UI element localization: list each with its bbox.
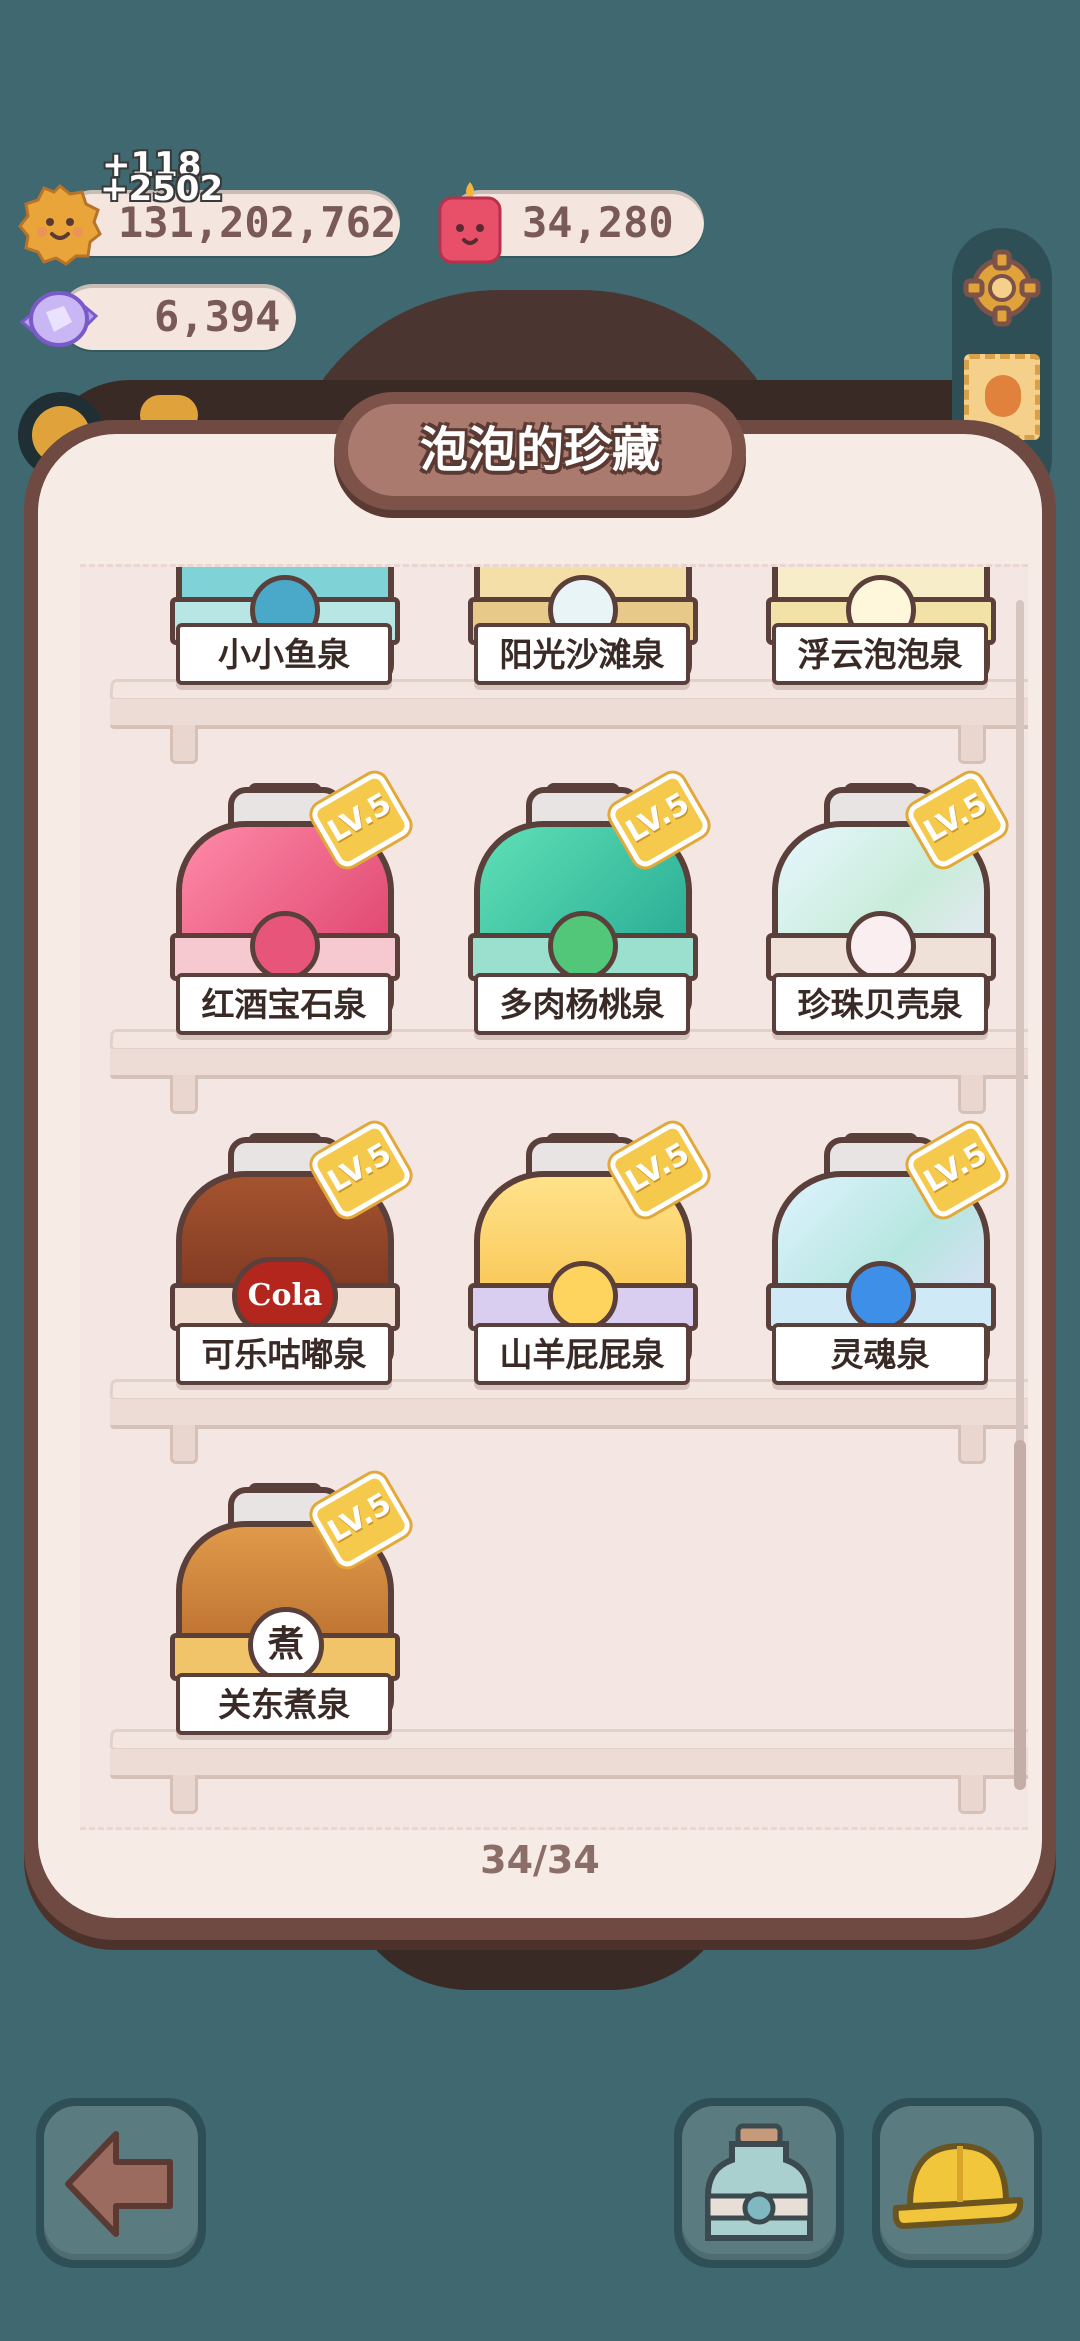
scrollbar-thumb[interactable] [1014,1440,1026,1790]
jar-label: 浮云泡泡泉 [772,623,988,685]
shelf-scroll-area[interactable]: 小小鱼泉 阳光沙滩泉 浮云泡泡泉 LV.5 红酒宝石泉 LV.5 多肉杨桃泉 L… [80,564,1028,1830]
back-button[interactable] [36,2098,206,2268]
pearl-shell-icon [846,911,916,981]
goat-cloud-icon [548,1261,618,1331]
gear-icon[interactable] [962,248,1042,328]
jar-label: 关东煮泉 [176,1673,392,1735]
helmet-button[interactable] [872,2098,1042,2268]
collection-panel: 小小鱼泉 阳光沙滩泉 浮云泡泡泉 LV.5 红酒宝石泉 LV.5 多肉杨桃泉 L… [24,420,1056,1940]
jar-label: 多肉杨桃泉 [474,973,690,1035]
shelf-1 [109,679,1028,764]
jar-label: 可乐咕嘟泉 [176,1323,392,1385]
candle-face-icon [438,182,502,264]
candle-count: 34,280 [522,198,674,247]
jar-label: 阳光沙滩泉 [474,623,690,685]
cookie-face-icon [18,183,102,266]
jar-label: 灵魂泉 [772,1323,988,1385]
title-plaque: 泡泡的珍藏 [334,392,746,510]
oden-text: 煮 [267,1624,304,1665]
page-count: 34/34 [480,1838,600,1882]
cola-text: Cola [247,1278,323,1313]
panel-title: 泡泡的珍藏 [348,404,732,496]
helmet-icon [892,2143,1024,2229]
cookie-gain-2: +2502 [100,169,224,209]
jar-label: 珍珠贝壳泉 [772,973,988,1035]
jar-label: 红酒宝石泉 [176,973,392,1035]
jar-label: 山羊屁屁泉 [474,1323,690,1385]
panel-inner: 小小鱼泉 阳光沙滩泉 浮云泡泡泉 LV.5 红酒宝石泉 LV.5 多肉杨桃泉 L… [38,434,1042,1918]
back-arrow-icon [65,2131,173,2237]
gem-icon [250,911,320,981]
crystal-count: 6,394 [154,292,281,341]
shelf-3 [109,1379,1028,1464]
jar-icon [705,2123,813,2241]
shelf-2 [109,1029,1028,1114]
star-icon [548,911,618,981]
soul-blob-icon [846,1261,916,1331]
jar-button[interactable] [674,2098,844,2268]
crystal-candy-icon [19,291,99,347]
shelf-4 [109,1729,1028,1814]
oden-icon: 煮 [248,1607,324,1683]
jar-label: 小小鱼泉 [176,623,392,685]
